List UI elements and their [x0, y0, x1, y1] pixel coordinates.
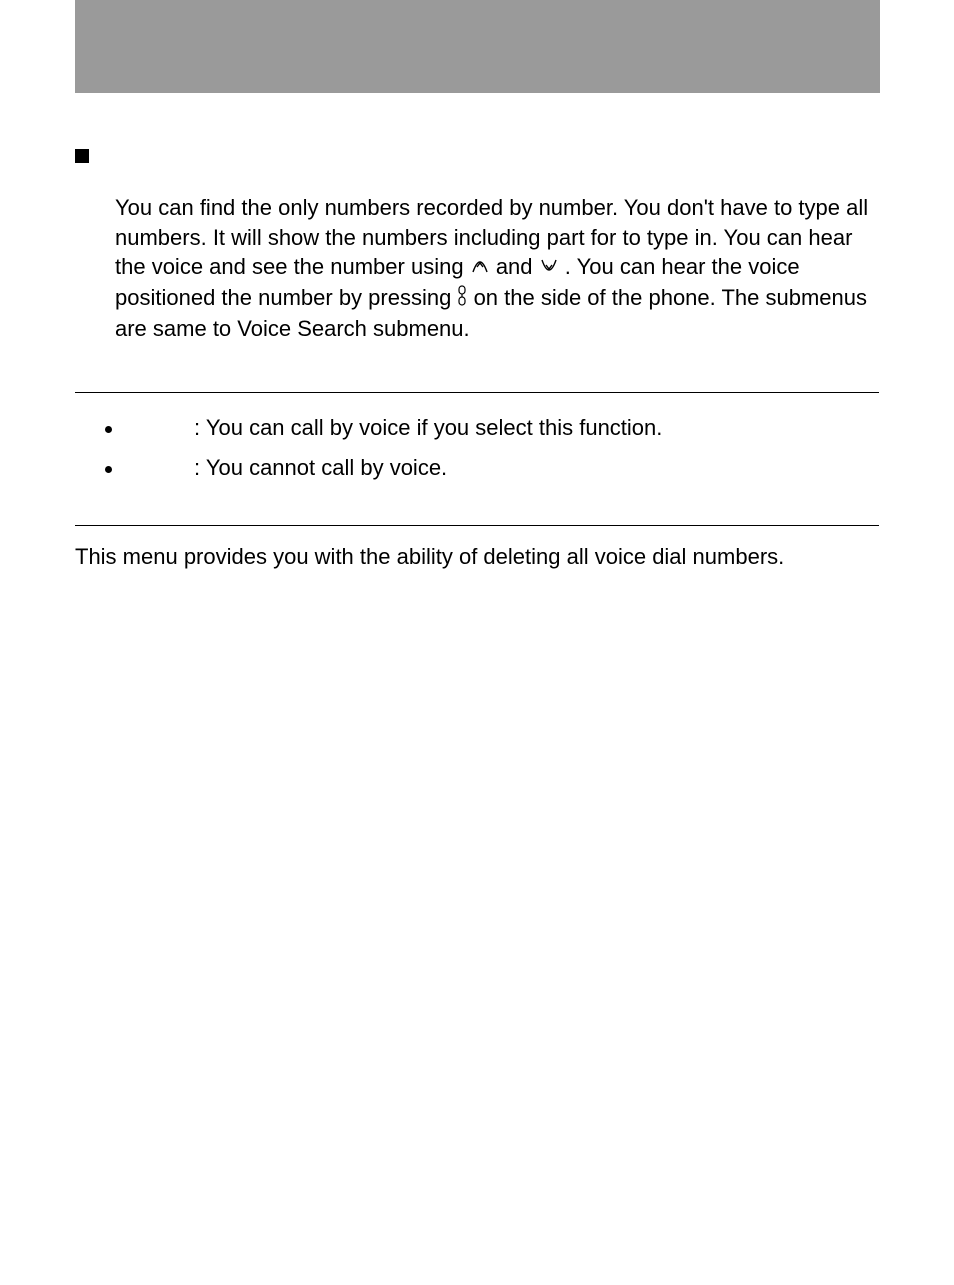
- bullet-icon: [105, 466, 112, 473]
- option-list: : You can call by voice if you select th…: [75, 415, 879, 481]
- footer-paragraph: This menu provides you with the ability …: [75, 544, 879, 570]
- list-item: : You can call by voice if you select th…: [105, 415, 879, 441]
- up-arrow-icon: [470, 254, 490, 284]
- option-text: : You cannot call by voice.: [194, 455, 447, 481]
- section-bullet-row: [75, 143, 879, 163]
- square-bullet-icon: [75, 149, 89, 163]
- side-button-icon: [457, 285, 467, 315]
- option-text: : You can call by voice if you select th…: [194, 415, 662, 441]
- main-paragraph: You can find the only numbers recorded b…: [115, 193, 879, 344]
- list-item: : You cannot call by voice.: [105, 455, 879, 481]
- page-content: You can find the only numbers recorded b…: [0, 93, 954, 570]
- down-arrow-icon: [539, 254, 559, 284]
- bullet-icon: [105, 426, 112, 433]
- divider-2: [75, 525, 879, 526]
- header-bar: [75, 0, 880, 93]
- para-text-2: and: [496, 254, 539, 279]
- divider-1: [75, 392, 879, 393]
